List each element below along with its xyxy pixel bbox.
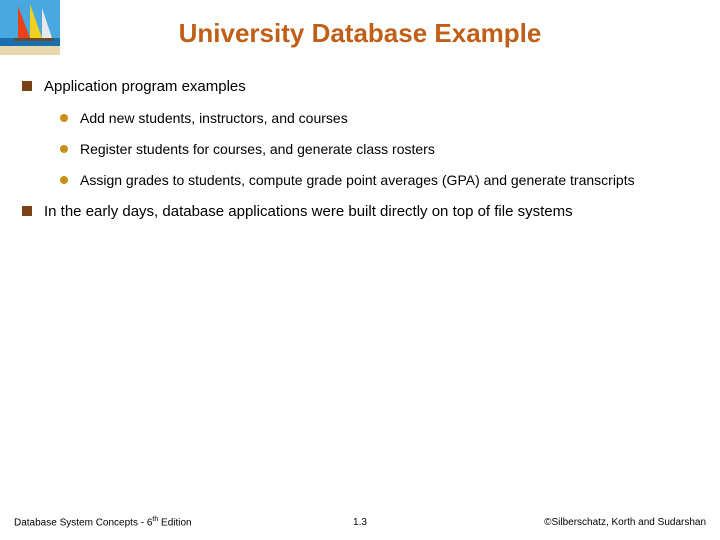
bullet-text: In the early days, database applications…: [44, 202, 700, 222]
sub-bullet-item: Add new students, instructors, and cours…: [60, 109, 700, 128]
square-bullet-icon: [22, 81, 32, 91]
bullet-item: In the early days, database applications…: [22, 202, 700, 222]
dot-bullet-icon: [60, 114, 68, 122]
square-bullet-icon: [22, 206, 32, 216]
book-logo: [0, 0, 60, 55]
footer-left-prefix: Database System Concepts - 6: [14, 517, 152, 528]
dot-bullet-icon: [60, 176, 68, 184]
sub-bullet-text: Add new students, instructors, and cours…: [80, 109, 700, 128]
slide-title: University Database Example: [0, 0, 720, 77]
sub-bullet-item: Register students for courses, and gener…: [60, 140, 700, 159]
sub-bullet-text: Register students for courses, and gener…: [80, 140, 700, 159]
footer-page-number: 1.3: [245, 517, 476, 528]
footer-left-suffix: Edition: [158, 517, 191, 528]
bullet-item: Application program examples: [22, 77, 700, 97]
dot-bullet-icon: [60, 145, 68, 153]
sub-bullet-list: Add new students, instructors, and cours…: [22, 109, 700, 190]
sub-bullet-item: Assign grades to students, compute grade…: [60, 171, 700, 190]
sub-bullet-text: Assign grades to students, compute grade…: [80, 171, 700, 190]
bullet-text: Application program examples: [44, 77, 700, 97]
footer-left: Database System Concepts - 6th Edition: [14, 516, 245, 528]
footer-copyright: ©Silberschatz, Korth and Sudarshan: [475, 517, 706, 528]
slide-content: Application program examples Add new stu…: [0, 77, 720, 222]
slide-footer: Database System Concepts - 6th Edition 1…: [0, 516, 720, 528]
